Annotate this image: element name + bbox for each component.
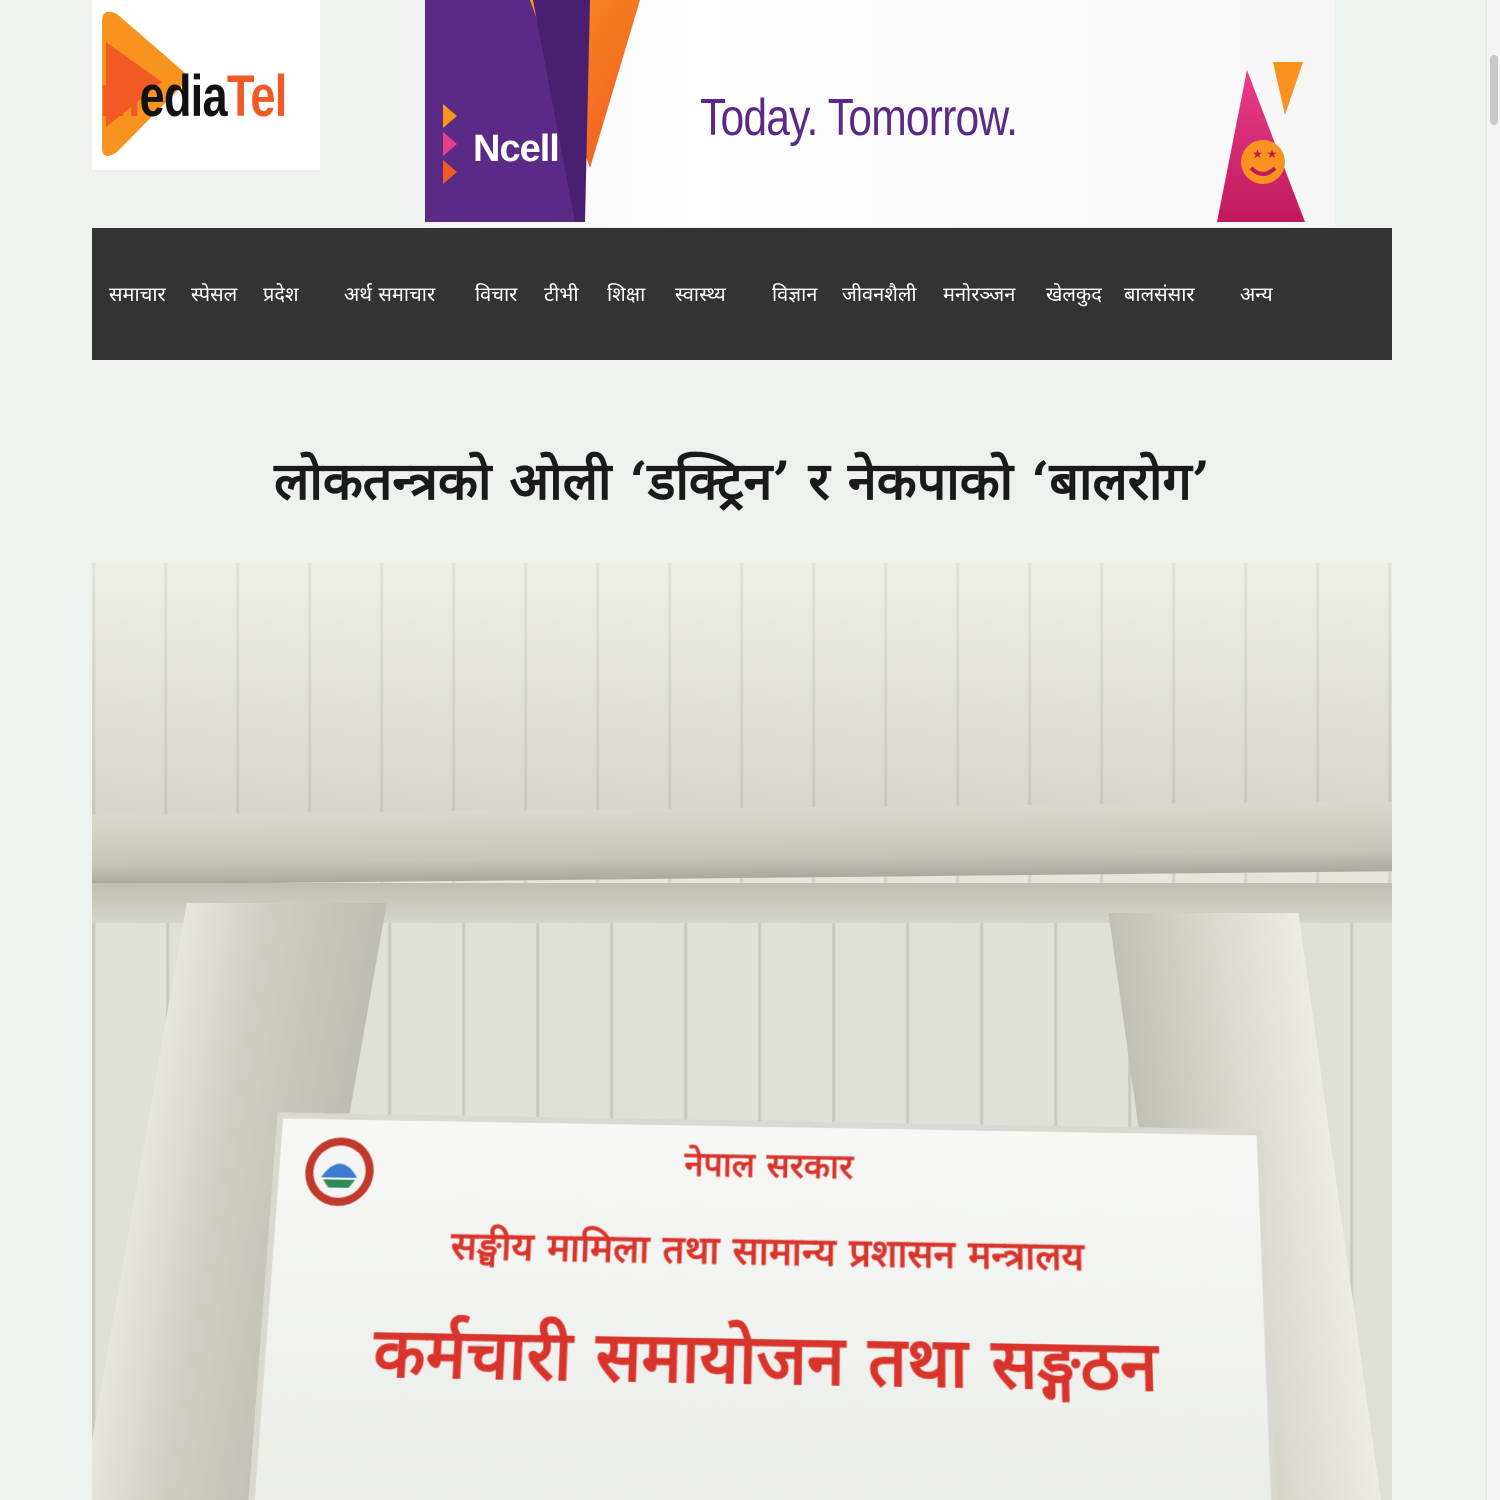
logo-text-m: m bbox=[100, 64, 140, 129]
nav-item-manoranjan[interactable]: मनोरञ्जन bbox=[943, 228, 1015, 360]
nav-item-samachar[interactable]: समाचार bbox=[109, 228, 166, 360]
nav-item-tv[interactable]: टीभी bbox=[544, 228, 579, 360]
ncell-ad-banner[interactable]: ★ ★ Ncell Today. Tomorrow. bbox=[425, 0, 1335, 227]
ncell-brand-text: Ncell bbox=[473, 128, 560, 170]
scrollbar-thumb[interactable] bbox=[1490, 55, 1498, 125]
nav-item-special[interactable]: स्पेसल bbox=[191, 228, 237, 360]
logo-text-edia: edia bbox=[139, 64, 227, 129]
nav-item-shiksha[interactable]: शिक्षा bbox=[607, 228, 645, 360]
photo-beam bbox=[92, 801, 1392, 885]
nav-item-vigyan[interactable]: विज्ञान bbox=[772, 228, 817, 360]
vertical-scrollbar[interactable] bbox=[1486, 0, 1500, 1500]
ncell-logo-icon bbox=[443, 104, 457, 184]
logo-wordmark: mediaTel bbox=[100, 52, 287, 142]
nav-item-khelkud[interactable]: खेलकुद bbox=[1046, 228, 1102, 360]
svg-text:★ ★: ★ ★ bbox=[1252, 147, 1277, 161]
nav-item-artha-samachar[interactable]: अर्थ समाचार bbox=[344, 228, 435, 360]
photo-office-sign: नेपाल सरकार सङ्घीय मामिला तथा सामान्य प्… bbox=[244, 1112, 1281, 1500]
nav-item-jeevanshaili[interactable]: जीवनशैली bbox=[842, 228, 917, 360]
logo-text-tel: Tel bbox=[226, 64, 287, 129]
article-headline: लोकतन्त्रको ओली ‘डक्ट्रिन’ र नेकपाको ‘बा… bbox=[274, 451, 1210, 512]
photo-ceiling bbox=[92, 563, 1392, 823]
sign-line-ministry: सङ्घीय मामिला तथा सामान्य प्रशासन मन्त्र… bbox=[449, 1223, 1085, 1280]
nav-item-vichar[interactable]: विचार bbox=[475, 228, 517, 360]
ad-tagline: Today. Tomorrow. bbox=[700, 89, 1018, 147]
main-navigation: समाचार स्पेसल प्रदेश अर्थ समाचार विचार ट… bbox=[92, 228, 1392, 360]
article-featured-image: नेपाल सरकार सङ्घीय मामिला तथा सामान्य प्… bbox=[92, 563, 1392, 1500]
nav-item-anya[interactable]: अन्य bbox=[1240, 228, 1273, 360]
nav-item-swasthya[interactable]: स्वास्थ्य bbox=[675, 228, 726, 360]
sign-line-government: नेपाल सरकार bbox=[683, 1144, 854, 1188]
sign-line-department: कर्मचारी समायोजन तथा सङ्गठन bbox=[371, 1312, 1159, 1408]
nav-item-balsansar[interactable]: बालसंसार bbox=[1124, 228, 1195, 360]
site-logo[interactable]: mediaTel bbox=[92, 0, 320, 170]
page: mediaTel ★ ★ Ncell Today. Tomorrow. समाच… bbox=[0, 0, 1500, 1500]
nav-item-pradesh[interactable]: प्रदेश bbox=[263, 228, 299, 360]
